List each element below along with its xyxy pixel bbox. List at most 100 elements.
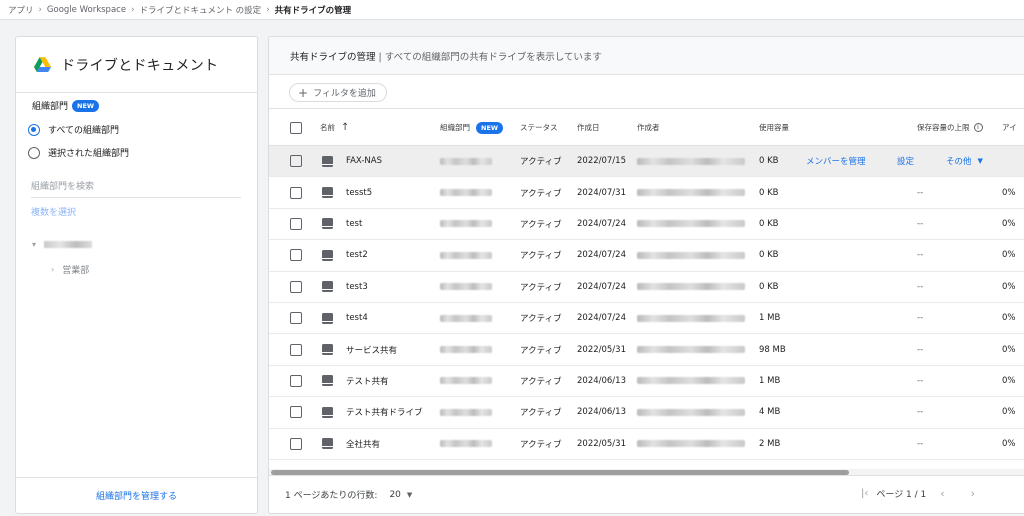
row-checkbox[interactable]	[290, 240, 302, 270]
drive-name[interactable]: test	[346, 209, 362, 239]
drive-percent: 0%	[1002, 218, 1016, 229]
drive-name[interactable]: FAX-NAS	[346, 146, 382, 176]
row-checkbox[interactable]	[290, 272, 302, 302]
table-row[interactable]: test アクティブ 2024/07/24 0 KB -- 0%	[269, 209, 1024, 241]
redacted-ou	[440, 272, 492, 302]
row-checkbox[interactable]	[290, 366, 302, 396]
shared-drive-icon-shape	[322, 375, 333, 387]
table-row[interactable]: 全社共有 アクティブ 2022/05/31 2 MB -- 0%	[269, 429, 1024, 460]
checkbox-icon[interactable]	[290, 374, 302, 387]
row-checkbox[interactable]	[290, 146, 302, 176]
table-row[interactable]: test4 アクティブ 2024/07/24 1 MB -- 0%	[269, 303, 1024, 335]
checkbox-icon[interactable]	[290, 249, 302, 262]
drive-status: アクティブ	[520, 188, 562, 199]
more-actions-button[interactable]: その他 ▼	[946, 146, 983, 176]
breadcrumb-workspace[interactable]: Google Workspace	[47, 5, 126, 15]
drive-name[interactable]: 全社共有	[346, 429, 380, 459]
select-all-checkbox[interactable]	[290, 110, 302, 145]
table-row[interactable]: tesst5 アクティブ 2024/07/31 0 KB -- 0%	[269, 177, 1024, 209]
manage-ou-link[interactable]: 組織部門を管理する	[16, 477, 257, 513]
drive-limit: --	[917, 438, 924, 449]
checkbox-icon[interactable]	[290, 155, 302, 168]
checkbox-icon[interactable]	[290, 343, 302, 356]
col-limit[interactable]: 保存容量の上限 i	[917, 110, 983, 145]
row-checkbox[interactable]	[290, 397, 302, 427]
drive-percent: 0%	[1002, 313, 1016, 324]
ou-sidebar: ドライブとドキュメント 組織部門 NEW すべての組織部門 選択された組織部門 …	[15, 36, 258, 514]
info-icon[interactable]: i	[973, 123, 983, 132]
radio-all-label: すべての組織部門	[48, 126, 120, 136]
row-checkbox[interactable]	[290, 177, 302, 207]
row-checkbox[interactable]	[290, 209, 302, 239]
radio-selected-ous[interactable]: 選択された組織部門	[28, 146, 129, 159]
col-created[interactable]: 作成日	[577, 110, 600, 145]
redacted-creator-blur	[637, 283, 745, 291]
breadcrumb-drive-settings[interactable]: ドライブとドキュメント の設定	[139, 4, 261, 16]
shared-drive-icon-shape	[322, 344, 333, 356]
settings-button[interactable]: 設定	[897, 146, 914, 176]
checkbox-icon[interactable]	[290, 217, 302, 230]
chevron-right-icon: ›	[131, 4, 135, 15]
shared-drives-panel: 共有ドライブの管理 | すべての組織部門の共有ドライブを表示しています + フィ…	[268, 36, 1024, 514]
radio-unselected-icon[interactable]	[28, 146, 40, 159]
google-drive-icon	[34, 57, 51, 72]
caret-right-icon[interactable]: ›	[51, 265, 54, 274]
row-checkbox[interactable]	[290, 334, 302, 364]
col-name[interactable]: 名前 ↑	[320, 110, 349, 145]
col-usage[interactable]: 使用容量	[759, 110, 789, 145]
table-row[interactable]: テスト共有 アクティブ 2024/06/13 1 MB -- 0%	[269, 366, 1024, 398]
prev-page-icon[interactable]: ‹	[940, 487, 944, 500]
sort-ascending-icon[interactable]: ↑	[341, 122, 349, 133]
drive-name[interactable]: test4	[346, 303, 368, 333]
row-checkbox[interactable]	[290, 303, 302, 333]
col-status[interactable]: ステータス	[520, 110, 558, 145]
checkbox-icon[interactable]	[290, 280, 302, 293]
drive-name[interactable]: test2	[346, 240, 368, 270]
next-page-icon[interactable]: ›	[971, 487, 975, 500]
checkbox-icon[interactable]	[290, 406, 302, 419]
checkbox-icon[interactable]	[290, 121, 302, 134]
drive-usage: 0 KB	[759, 281, 779, 292]
row-checkbox[interactable]	[290, 429, 302, 459]
caret-down-icon[interactable]: ▾	[32, 240, 36, 249]
drive-name[interactable]: サービス共有	[346, 334, 397, 364]
redacted-ou	[440, 334, 492, 364]
first-page-icon[interactable]: |‹	[861, 488, 868, 499]
rows-per-page-select[interactable]: 20 ▼	[389, 490, 412, 500]
drive-usage: 0 KB	[759, 156, 779, 167]
drive-limit: --	[917, 218, 924, 229]
table-row[interactable]: サービス共有 アクティブ 2022/05/31 98 MB -- 0%	[269, 334, 1024, 366]
tree-child-label: 営業部	[62, 266, 90, 276]
drive-status: アクティブ	[520, 376, 562, 387]
redacted-creator-blur	[637, 220, 745, 228]
table-row[interactable]: テスト共有ドライブ アクティブ 2024/06/13 4 MB -- 0%	[269, 397, 1024, 429]
multi-select-link[interactable]: 複数を選択	[31, 205, 76, 218]
drive-limit: --	[917, 250, 924, 261]
breadcrumb-apps[interactable]: アプリ	[8, 4, 34, 16]
checkbox-icon[interactable]	[290, 437, 302, 450]
add-filter-button[interactable]: + フィルタを追加	[289, 83, 387, 102]
drive-name[interactable]: テスト共有ドライブ	[346, 397, 423, 427]
tree-root[interactable]: ▾	[32, 240, 93, 249]
tree-child[interactable]: › 営業部	[51, 263, 89, 276]
table-row[interactable]: test2 アクティブ 2024/07/24 0 KB -- 0%	[269, 240, 1024, 272]
drive-name[interactable]: test3	[346, 272, 368, 302]
drive-status: アクティブ	[520, 408, 562, 419]
drive-created: 2024/07/24	[577, 250, 626, 261]
radio-selected-label: 選択された組織部門	[48, 149, 130, 159]
checkbox-icon[interactable]	[290, 186, 302, 199]
drive-name[interactable]: tesst5	[346, 177, 372, 207]
ou-search-input[interactable]: 組織部門を検索	[31, 179, 241, 198]
radio-all-ous[interactable]: すべての組織部門	[28, 123, 119, 136]
checkbox-icon[interactable]	[290, 312, 302, 325]
drive-name[interactable]: テスト共有	[346, 366, 389, 396]
col-creator[interactable]: 作成者	[637, 110, 660, 145]
manage-members-button[interactable]: メンバーを管理	[806, 146, 866, 176]
shared-drive-icon	[322, 209, 333, 239]
drive-usage: 2 MB	[759, 438, 781, 449]
drive-usage: 4 MB	[759, 407, 781, 418]
table-row[interactable]: test3 アクティブ 2024/07/24 0 KB -- 0%	[269, 272, 1024, 303]
radio-selected-icon[interactable]	[28, 123, 40, 136]
sidebar-header: ドライブとドキュメント	[16, 37, 257, 93]
table-row[interactable]: FAX-NAS アクティブ 2022/07/15 0 KB メンバーを管理 設定 その他 ▼	[269, 146, 1024, 178]
